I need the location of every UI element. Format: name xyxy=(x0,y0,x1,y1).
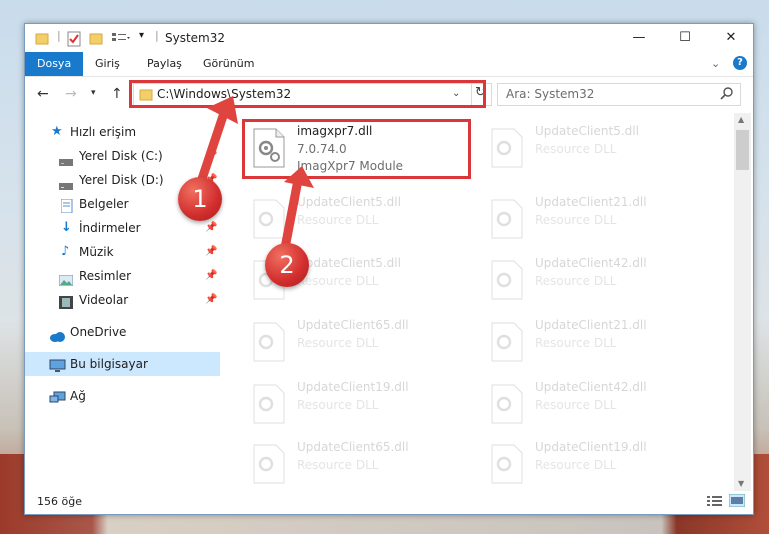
arrow-1-shaft xyxy=(195,108,230,187)
step-badge-1: 1 xyxy=(178,177,222,221)
arrow-2-head xyxy=(284,166,314,188)
step-badge-2: 2 xyxy=(265,243,309,287)
arrow-2-shaft xyxy=(280,179,303,249)
annotation-arrows xyxy=(195,96,314,249)
